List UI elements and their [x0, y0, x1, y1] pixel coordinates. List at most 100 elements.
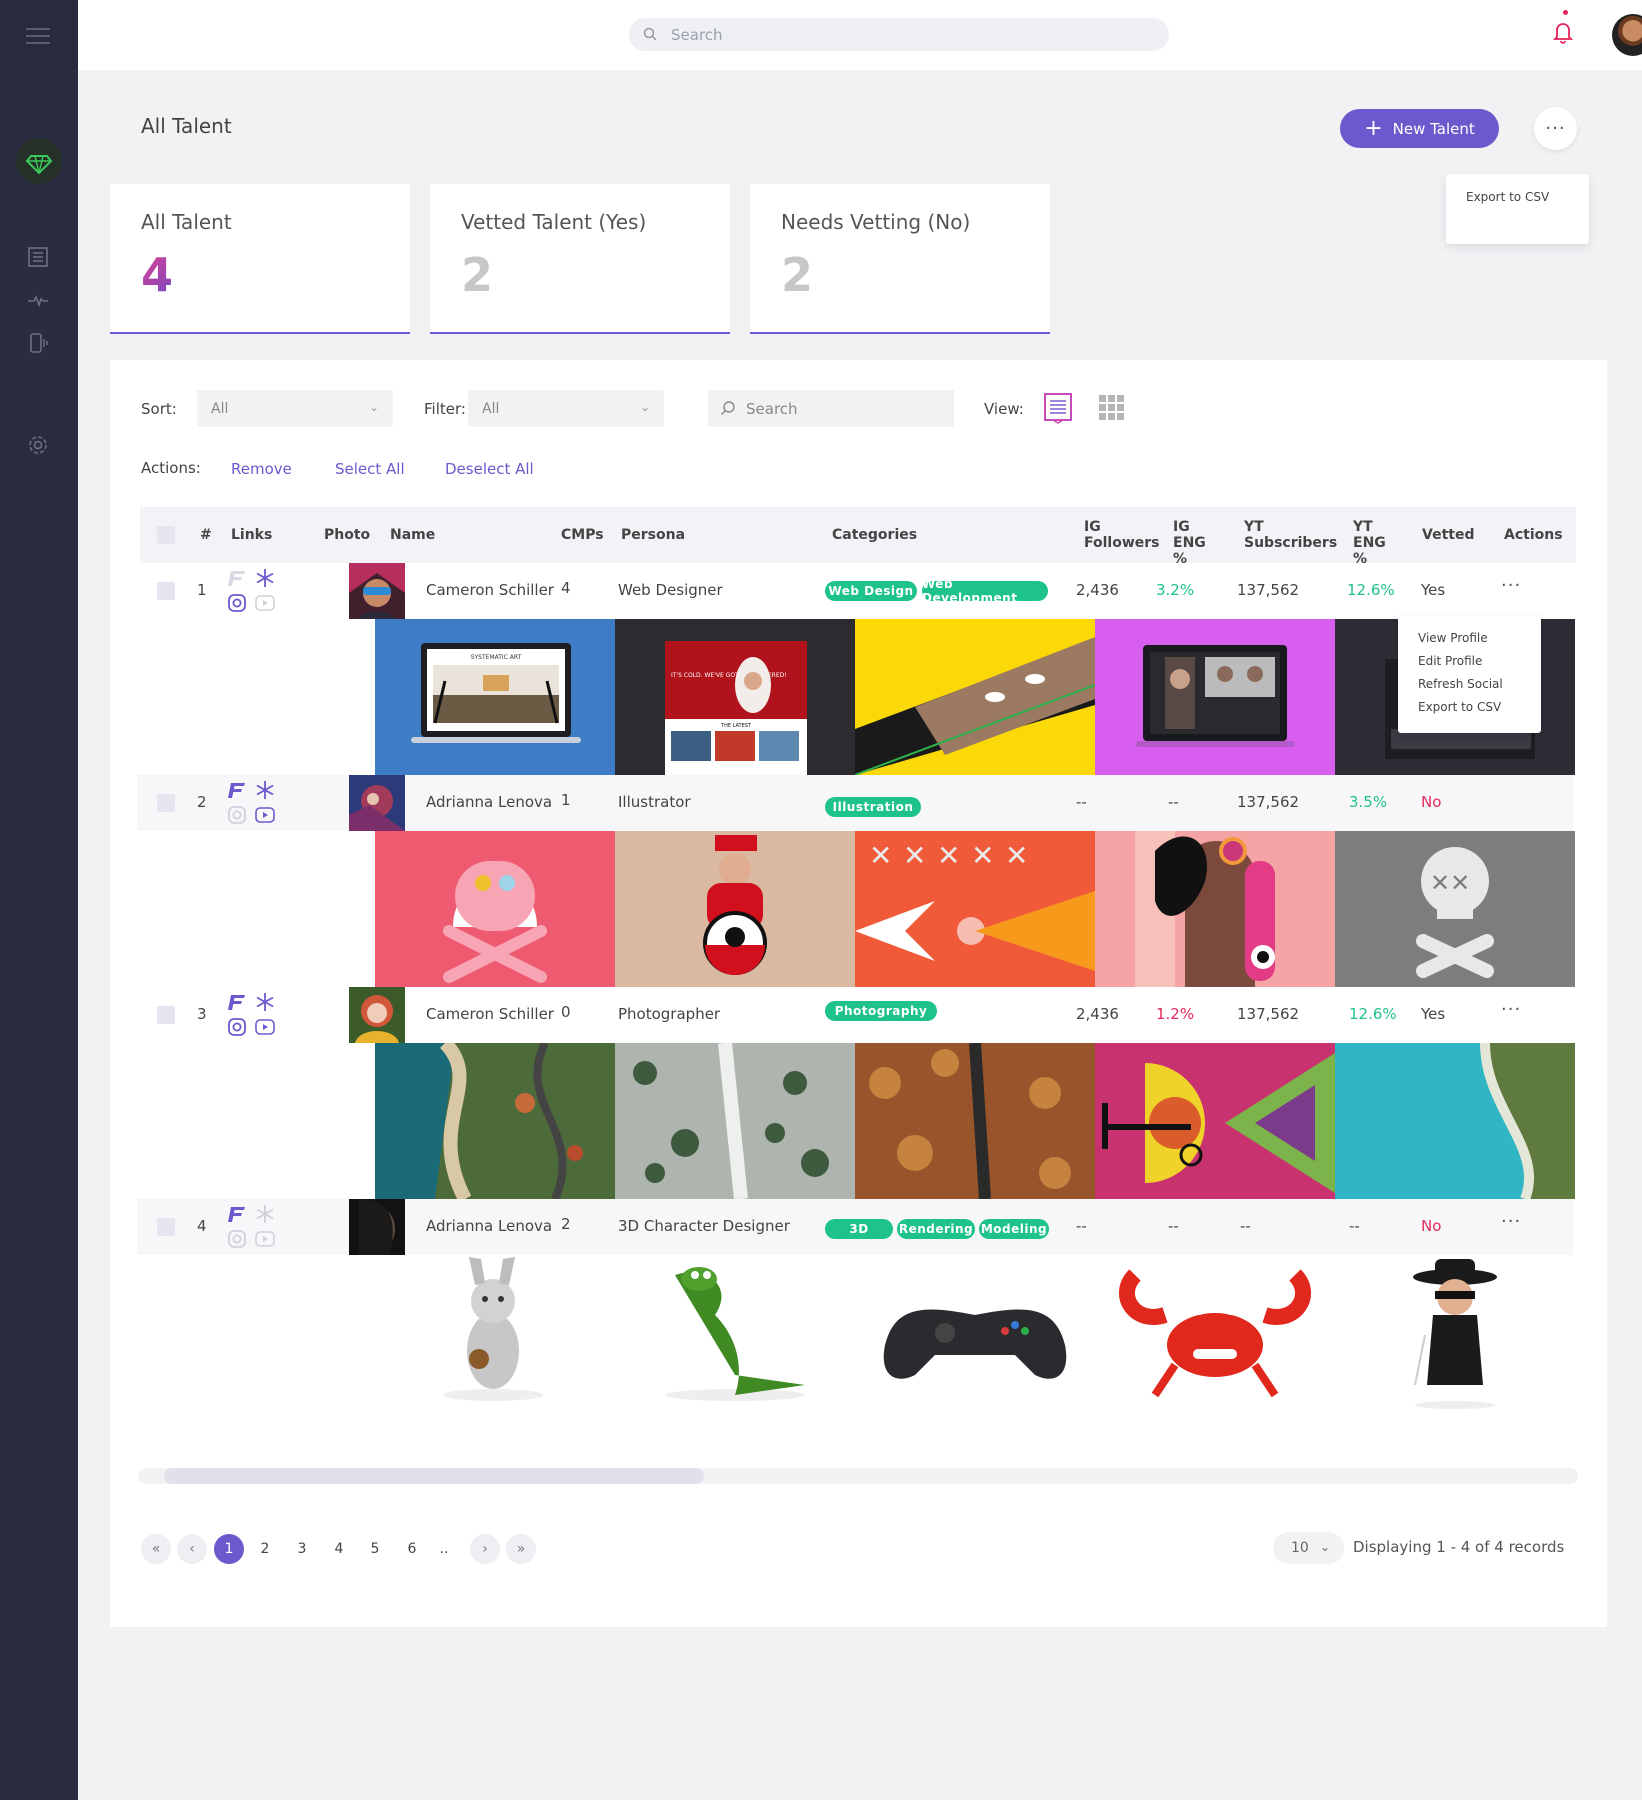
instagram-icon[interactable]	[227, 593, 247, 617]
global-search-input[interactable]: Search	[629, 18, 1169, 51]
next-page-button[interactable]: ›	[470, 1534, 500, 1564]
scrollbar-thumb[interactable]	[164, 1468, 704, 1484]
portfolio-thumbnail[interactable]: ✕ ✕ ✕ ✕ ✕	[855, 831, 1095, 987]
prev-page-button[interactable]: ‹	[177, 1534, 207, 1564]
row-checkbox[interactable]	[157, 1006, 175, 1024]
last-page-button[interactable]: »	[506, 1534, 536, 1564]
portfolio-thumbnail[interactable]: IT'S COLD. WE'VE GOT YOU COVERED! THE LAT…	[615, 619, 855, 775]
snowflake-icon[interactable]	[255, 992, 275, 1016]
snowflake-icon[interactable]	[255, 780, 275, 804]
settings-gear-icon[interactable]	[27, 434, 51, 458]
table-row[interactable]: 2 Adrianna Lenova 1 Illustrator Illustra…	[137, 775, 1573, 831]
bell-icon[interactable]	[1552, 20, 1574, 48]
stat-card-needs-vetting[interactable]: Needs Vetting (No) 2	[750, 184, 1050, 334]
fiverr-f-icon[interactable]	[227, 1205, 247, 1227]
list-icon[interactable]	[27, 246, 51, 270]
snowflake-icon[interactable]	[255, 568, 275, 592]
col-ig-followers[interactable]: IG Followers	[1084, 519, 1160, 551]
dashboard-gem-icon[interactable]	[16, 138, 62, 184]
col-yt-subscribers[interactable]: YT Subscribers	[1244, 519, 1337, 551]
fiverr-f-icon[interactable]	[227, 993, 247, 1015]
portfolio-thumbnail[interactable]	[1095, 1043, 1335, 1199]
portfolio-thumbnail[interactable]: ✕✕	[1335, 831, 1575, 987]
col-name[interactable]: Name	[390, 527, 435, 543]
export-csv-menu-item[interactable]: Export to CSV	[1418, 696, 1521, 719]
col-vetted[interactable]: Vetted	[1422, 527, 1474, 543]
youtube-icon[interactable]	[255, 807, 275, 827]
filter-select[interactable]: All ⌄	[468, 390, 664, 427]
fiverr-f-icon[interactable]	[227, 781, 247, 803]
stat-card-vetted[interactable]: Vetted Talent (Yes) 2	[430, 184, 730, 334]
remove-action[interactable]: Remove	[231, 460, 292, 478]
talent-name[interactable]: Adrianna Lenova	[426, 793, 552, 811]
talent-name[interactable]: Adrianna Lenova	[426, 1217, 552, 1235]
instagram-icon[interactable]	[227, 1017, 247, 1041]
portfolio-thumbnail[interactable]	[1095, 831, 1335, 987]
youtube-icon[interactable]	[255, 1231, 275, 1251]
col-persona[interactable]: Persona	[621, 527, 685, 543]
col-cmps[interactable]: CMPs	[561, 527, 604, 543]
portfolio-thumbnail[interactable]	[1095, 619, 1335, 775]
instagram-icon[interactable]	[227, 805, 247, 829]
instagram-icon[interactable]	[227, 1229, 247, 1253]
row-checkbox[interactable]	[157, 582, 175, 600]
list-view-icon[interactable]	[1043, 392, 1073, 428]
device-icon[interactable]	[27, 332, 51, 356]
refresh-social-menu-item[interactable]: Refresh Social	[1418, 673, 1521, 696]
portfolio-thumbnail[interactable]	[615, 831, 855, 987]
col-yt-eng[interactable]: YT ENG %	[1353, 519, 1401, 567]
edit-profile-menu-item[interactable]: Edit Profile	[1418, 650, 1521, 673]
page-button[interactable]: 6	[397, 1534, 427, 1564]
activity-icon[interactable]	[27, 290, 51, 314]
youtube-icon[interactable]	[255, 1019, 275, 1039]
row-checkbox[interactable]	[157, 794, 175, 812]
talent-name[interactable]: Cameron Schiller	[426, 581, 554, 599]
row-checkbox[interactable]	[157, 1218, 175, 1236]
grid-view-icon[interactable]	[1099, 395, 1125, 425]
row-actions-icon[interactable]: ···	[1501, 575, 1521, 596]
new-talent-button[interactable]: + New Talent	[1340, 109, 1499, 148]
sort-select[interactable]: All ⌄	[197, 390, 393, 427]
portfolio-thumbnail[interactable]	[855, 1255, 1095, 1411]
portfolio-thumbnail[interactable]: SYSTEMATIC ART	[375, 619, 615, 775]
portfolio-thumbnail[interactable]	[615, 1043, 855, 1199]
row-actions-icon[interactable]: ···	[1501, 1211, 1521, 1232]
col-ig-eng[interactable]: IG ENG %	[1173, 519, 1221, 567]
first-page-button[interactable]: «	[141, 1534, 171, 1564]
more-options-button[interactable]: ···	[1534, 107, 1577, 150]
table-row[interactable]: 3 Cameron Schiller 0 Photographer Photog…	[137, 987, 1573, 1043]
page-button[interactable]: 3	[287, 1534, 317, 1564]
col-categories[interactable]: Categories	[832, 527, 917, 543]
talent-name[interactable]: Cameron Schiller	[426, 1005, 554, 1023]
yt-eng: --	[1349, 1217, 1360, 1235]
table-row[interactable]: 1 Cameron Schiller 4 Web Designer Web De…	[137, 563, 1573, 619]
portfolio-thumbnail[interactable]	[615, 1255, 855, 1411]
portfolio-thumbnail[interactable]	[375, 1043, 615, 1199]
fiverr-f-icon[interactable]	[227, 569, 247, 591]
page-button[interactable]: 4	[324, 1534, 354, 1564]
portfolio-thumbnail[interactable]	[1095, 1255, 1335, 1411]
portfolio-thumbnail[interactable]	[855, 619, 1095, 775]
stat-card-all-talent[interactable]: All Talent 4	[110, 184, 410, 334]
row-actions-icon[interactable]: ···	[1501, 999, 1521, 1020]
per-page-select[interactable]: 10 ⌄	[1273, 1532, 1344, 1564]
deselect-all-action[interactable]: Deselect All	[445, 460, 534, 478]
view-profile-menu-item[interactable]: View Profile	[1418, 627, 1521, 650]
portfolio-thumbnail[interactable]	[855, 1043, 1095, 1199]
page-button[interactable]: 2	[250, 1534, 280, 1564]
portfolio-thumbnail[interactable]	[1335, 1255, 1575, 1411]
page-button[interactable]: 5	[360, 1534, 390, 1564]
page-button[interactable]: 1	[214, 1534, 244, 1564]
menu-icon[interactable]	[26, 28, 50, 49]
table-row[interactable]: 4 Adrianna Lenova 2 3D Character Designe…	[137, 1199, 1573, 1255]
portfolio-thumbnail[interactable]	[375, 831, 615, 987]
snowflake-icon[interactable]	[255, 1204, 275, 1228]
portfolio-thumbnail[interactable]	[375, 1255, 615, 1411]
export-csv-menu-item[interactable]: Export to CSV	[1466, 190, 1569, 204]
table-search-input[interactable]: Search	[708, 390, 954, 427]
youtube-icon[interactable]	[255, 595, 275, 615]
user-avatar[interactable]	[1612, 14, 1642, 56]
select-all-action[interactable]: Select All	[335, 460, 405, 478]
portfolio-thumbnail[interactable]	[1335, 1043, 1575, 1199]
select-all-checkbox[interactable]	[157, 526, 175, 544]
